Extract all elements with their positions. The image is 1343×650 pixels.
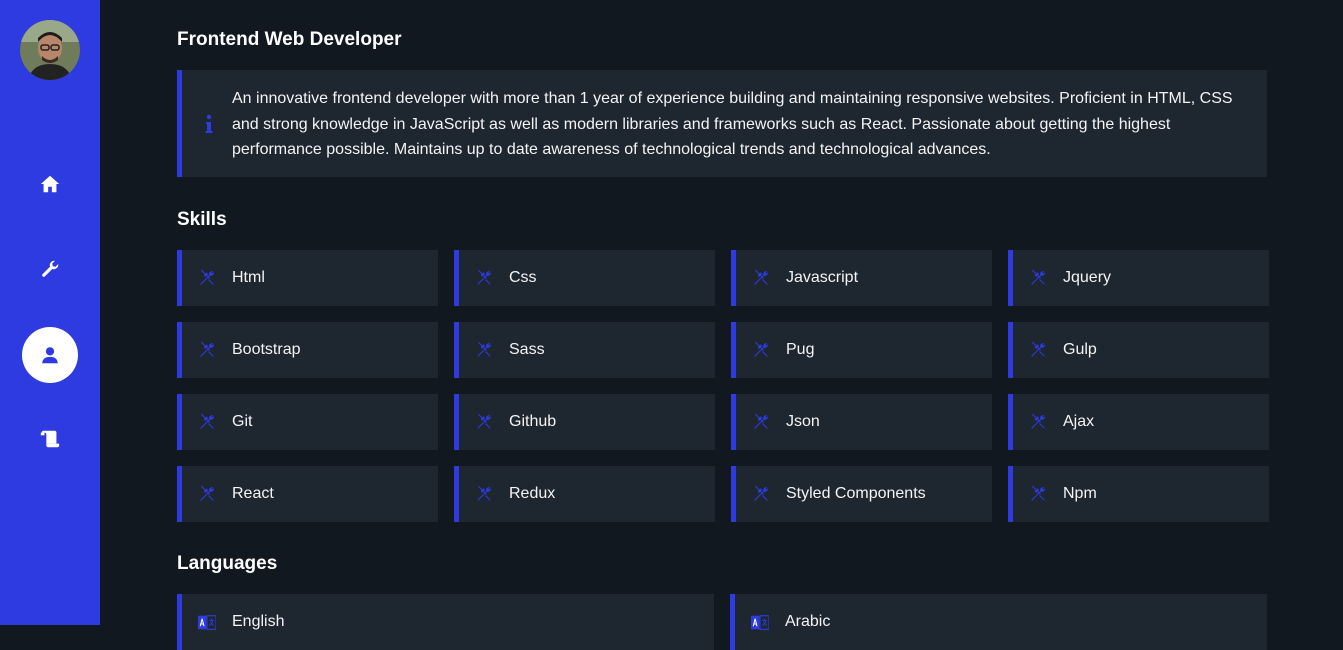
tools-icon	[1029, 341, 1047, 359]
skill-card: Bootstrap	[177, 322, 438, 378]
tools-icon	[198, 485, 216, 503]
tools-icon	[475, 269, 493, 287]
tools-icon	[1029, 413, 1047, 431]
card-label: Github	[509, 413, 557, 430]
card-label: Redux	[509, 485, 556, 502]
scroll-icon	[40, 430, 60, 448]
tools-icon	[1029, 485, 1047, 503]
card-label: Styled Components	[786, 485, 926, 502]
card-label: Css	[509, 269, 537, 286]
user-icon	[42, 347, 58, 364]
tools-icon	[752, 485, 770, 503]
skill-card: Ajax	[1008, 394, 1269, 450]
skill-card: Git	[177, 394, 438, 450]
about-box: An innovative frontend developer with mo…	[177, 70, 1267, 177]
card-label: Git	[232, 413, 253, 430]
avatar-photo	[20, 20, 80, 80]
about-line: performance possible. Maintains up to da…	[232, 141, 991, 158]
nav-skills[interactable]	[22, 241, 78, 297]
language-icon	[198, 613, 216, 631]
card-label: React	[232, 485, 274, 502]
card-label: Npm	[1063, 485, 1097, 502]
page-title: Frontend Web Developer	[177, 29, 402, 50]
card-label: Gulp	[1063, 341, 1097, 358]
nav-about[interactable]	[22, 327, 78, 383]
tools-icon	[752, 413, 770, 431]
tools-icon	[475, 485, 493, 503]
card-label: Jquery	[1063, 269, 1112, 286]
tools-icon	[198, 341, 216, 359]
info-icon	[205, 114, 213, 133]
skill-card: Styled Components	[731, 466, 992, 522]
avatar[interactable]	[20, 20, 80, 80]
skill-card: Json	[731, 394, 992, 450]
tools-icon	[475, 341, 493, 359]
skill-card: Redux	[454, 466, 715, 522]
card-label: Ajax	[1063, 413, 1095, 430]
language-card: English	[177, 594, 714, 650]
skills-heading: Skills	[177, 209, 227, 230]
card-label: Pug	[786, 341, 815, 358]
skill-card: Javascript	[731, 250, 992, 306]
tools-icon	[1029, 269, 1047, 287]
skill-card: React	[177, 466, 438, 522]
wrench-icon	[42, 260, 59, 277]
about-line: and strong knowledge in JavaScript as we…	[232, 115, 1171, 133]
skill-card: Jquery	[1008, 250, 1269, 306]
skill-card: Github	[454, 394, 715, 450]
home-icon	[40, 175, 60, 193]
about-text: An innovative frontend developer with mo…	[232, 86, 1242, 163]
nav-home[interactable]	[22, 156, 78, 212]
card-label: Bootstrap	[232, 341, 301, 358]
tools-icon	[198, 413, 216, 431]
languages-heading: Languages	[177, 553, 278, 574]
skill-card: Html	[177, 250, 438, 306]
tools-icon	[752, 341, 770, 359]
tools-icon	[752, 269, 770, 287]
tools-icon	[198, 269, 216, 287]
card-label: Javascript	[786, 269, 859, 286]
skill-card: Css	[454, 250, 715, 306]
card-label: Html	[232, 269, 265, 286]
skill-card: Npm	[1008, 466, 1269, 522]
card-label: Sass	[509, 341, 545, 358]
card-label: Json	[786, 413, 820, 430]
card-label: Arabic	[785, 613, 831, 630]
skill-card: Gulp	[1008, 322, 1269, 378]
language-icon	[751, 613, 769, 631]
language-card: Arabic	[730, 594, 1267, 650]
skill-card: Pug	[731, 322, 992, 378]
nav-resume[interactable]	[22, 411, 78, 467]
about-line: An innovative frontend developer with mo…	[232, 90, 1233, 107]
card-label: English	[232, 613, 285, 630]
tools-icon	[475, 413, 493, 431]
sidebar	[0, 0, 100, 625]
skill-card: Sass	[454, 322, 715, 378]
